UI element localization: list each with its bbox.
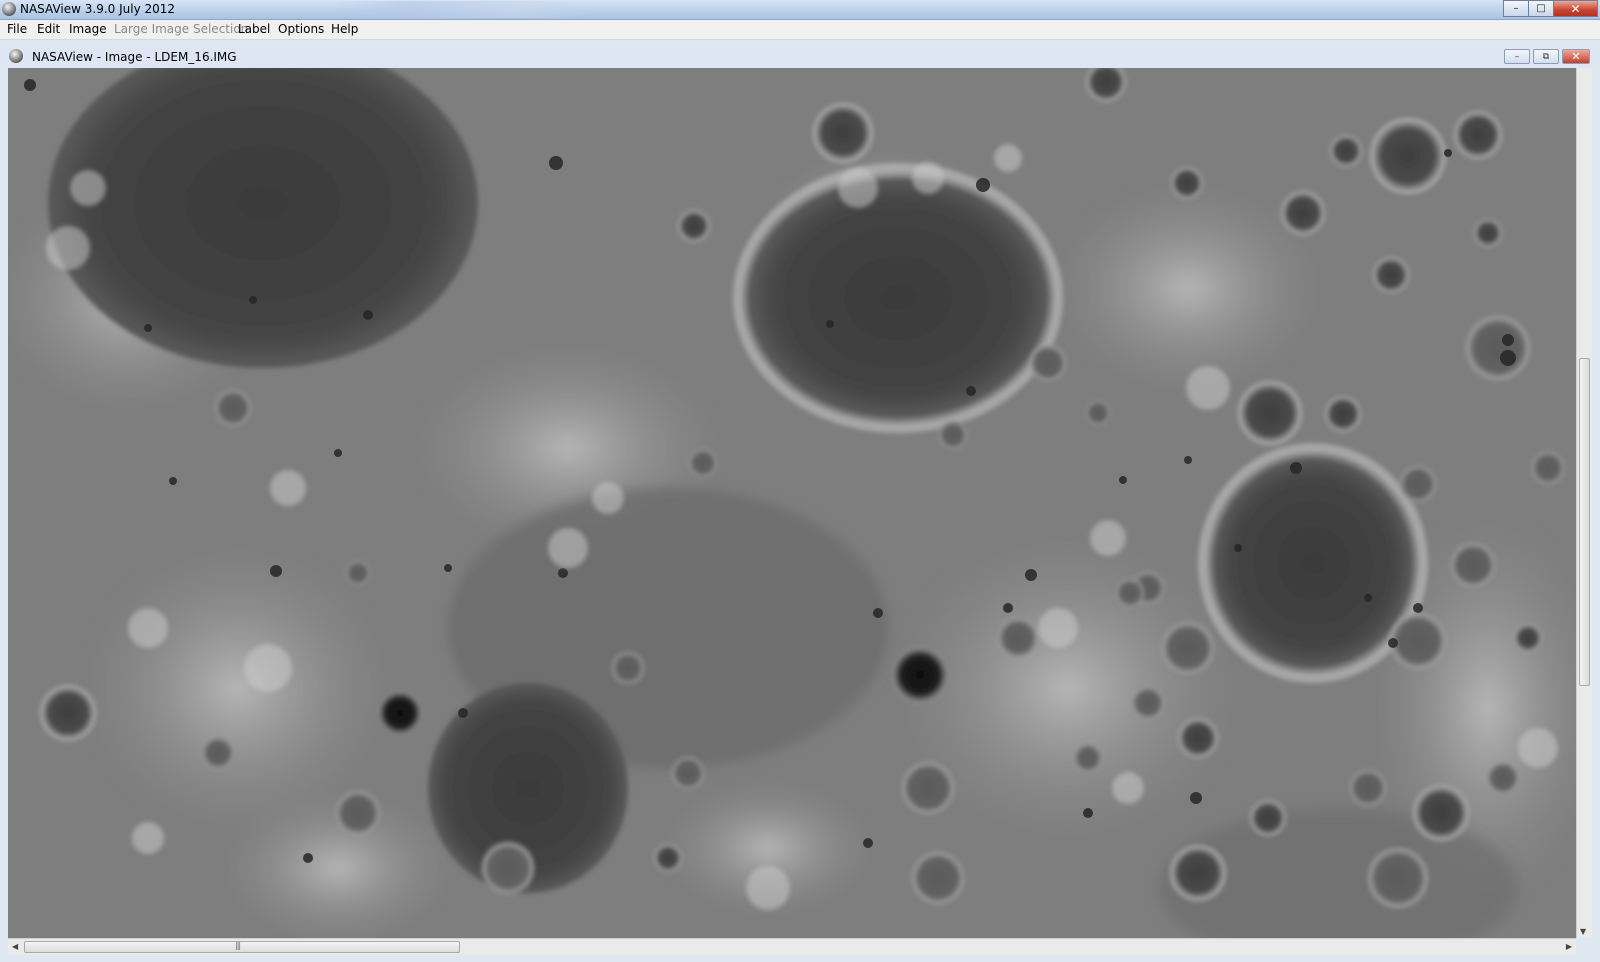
menu-label[interactable]: Label xyxy=(238,22,270,36)
image-viewport[interactable] xyxy=(8,68,1576,938)
image-window-icon xyxy=(9,49,23,63)
image-close-button[interactable]: ✕ xyxy=(1562,49,1590,64)
background-tabs xyxy=(330,1,590,18)
menu-image[interactable]: Image xyxy=(69,22,107,36)
menu-options[interactable]: Options xyxy=(278,22,324,36)
vertical-scrollbar[interactable]: ▼ xyxy=(1576,68,1592,938)
lunar-elevation-image xyxy=(8,68,1576,938)
app-titlebar: NASAView 3.9.0 July 2012 – □ ✕ xyxy=(0,0,1600,20)
close-button[interactable]: ✕ xyxy=(1553,0,1598,17)
scroll-grip-icon: ||| xyxy=(235,941,241,950)
app-title: NASAView 3.9.0 July 2012 xyxy=(20,2,176,16)
menu-file[interactable]: File xyxy=(7,22,27,36)
image-minimize-button[interactable]: – xyxy=(1504,49,1530,64)
horizontal-scrollbar[interactable]: ◀ ||| ▶ xyxy=(8,938,1576,955)
menu-large-image-selection[interactable]: Large Image Selection xyxy=(114,22,248,36)
menu-edit[interactable]: Edit xyxy=(37,22,60,36)
scroll-down-arrow-icon[interactable]: ▼ xyxy=(1580,927,1586,936)
menu-bar: File Edit Image Large Image Selection La… xyxy=(0,20,1600,40)
nasaview-app-icon xyxy=(2,2,16,16)
scroll-right-arrow-icon[interactable]: ▶ xyxy=(1566,942,1572,951)
maximize-button[interactable]: □ xyxy=(1528,0,1554,17)
image-window-title: NASAView - Image - LDEM_16.IMG xyxy=(32,50,237,64)
menu-help[interactable]: Help xyxy=(331,22,358,36)
image-window-controls: – ⧉ ✕ xyxy=(1504,49,1590,64)
window-bottom-border xyxy=(0,955,1600,962)
vertical-scroll-thumb[interactable] xyxy=(1579,358,1590,686)
scroll-left-arrow-icon[interactable]: ◀ xyxy=(12,942,18,951)
minimize-button[interactable]: – xyxy=(1503,0,1529,17)
image-window-titlebar: NASAView - Image - LDEM_16.IMG – ⧉ ✕ xyxy=(0,46,1600,68)
horizontal-scroll-thumb[interactable]: ||| xyxy=(24,941,460,953)
image-restore-button[interactable]: ⧉ xyxy=(1533,49,1559,64)
window-controls: – □ ✕ xyxy=(1503,0,1598,18)
